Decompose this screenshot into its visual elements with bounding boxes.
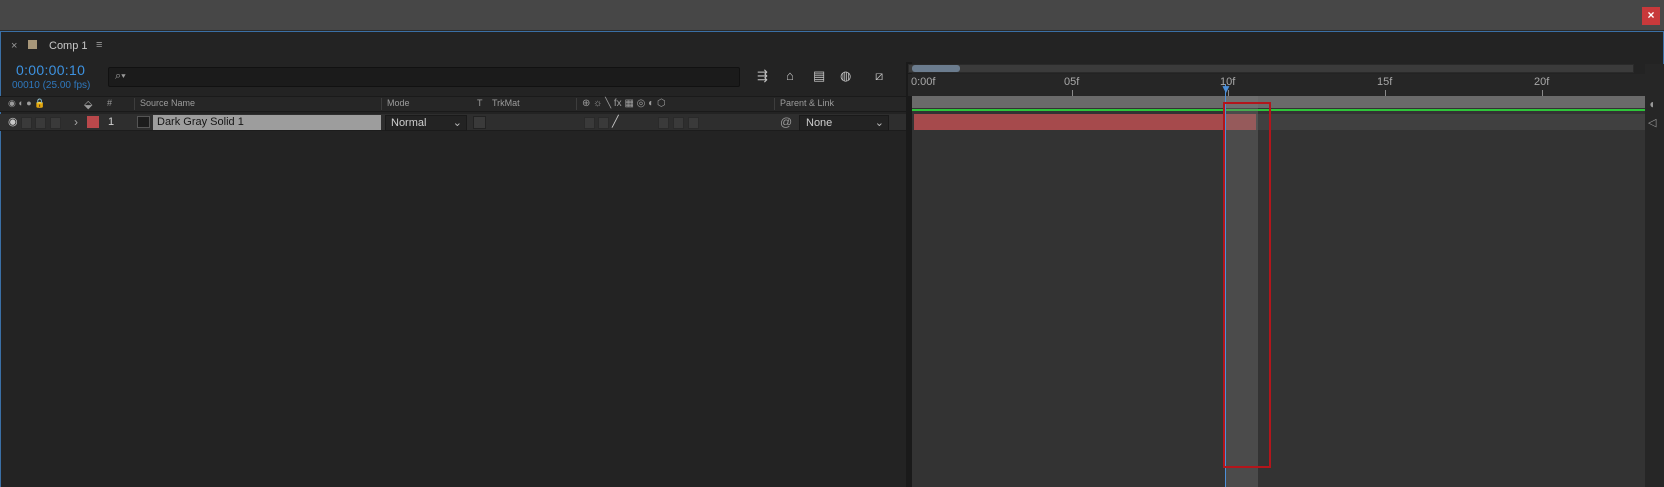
layer-label-color[interactable] bbox=[87, 116, 99, 128]
ruler-tick-label: 0:00f bbox=[911, 76, 936, 88]
shy-icon[interactable]: ⌂ bbox=[786, 68, 794, 83]
3d-layer-switch[interactable] bbox=[688, 117, 699, 129]
preserve-transparency-header: T bbox=[477, 98, 483, 108]
window-titlebar bbox=[0, 0, 1664, 31]
number-column-header: # bbox=[107, 98, 113, 108]
label-column-icon: ⬙ bbox=[84, 99, 93, 111]
time-navigator-bar[interactable] bbox=[908, 64, 1634, 73]
preserve-transparency-checkbox[interactable] bbox=[473, 116, 486, 129]
av-features-icons: ◉ ◐ ● 🔒 bbox=[8, 98, 46, 108]
adjustment-switch[interactable] bbox=[673, 117, 684, 129]
graph-editor-icon[interactable]: ⧄ bbox=[875, 68, 883, 84]
ruler-tick-label: 20f bbox=[1534, 76, 1550, 88]
panel-menu-icon[interactable]: ≡ bbox=[96, 39, 102, 51]
layer-duration-bar[interactable] bbox=[914, 114, 1256, 130]
chevron-down-icon: ⌄ bbox=[452, 117, 462, 129]
motion-blur-icon[interactable]: ◍ bbox=[840, 68, 851, 84]
timeline-track-area[interactable] bbox=[912, 96, 1645, 487]
parent-value: None bbox=[806, 117, 833, 129]
time-navigator-thumb[interactable] bbox=[912, 65, 960, 72]
current-timecode[interactable]: 0:00:00:10 bbox=[16, 62, 85, 78]
parent-link-header[interactable]: Parent & Link bbox=[780, 98, 834, 108]
layer-track-empty bbox=[1256, 114, 1645, 130]
draft-3d-icon[interactable]: ⇶ bbox=[757, 68, 768, 84]
parent-dropdown[interactable]: None ⌄ bbox=[799, 115, 889, 131]
column-divider[interactable] bbox=[576, 98, 577, 110]
search-icon: ⌕▾ bbox=[115, 70, 126, 82]
layer-name-field[interactable]: Dark Gray Solid 1 bbox=[153, 115, 381, 130]
layer-expand-chevron-icon[interactable]: › bbox=[74, 115, 78, 129]
shy-switch[interactable] bbox=[584, 117, 595, 129]
layer-number: 1 bbox=[108, 116, 115, 128]
pickwhip-icon[interactable]: @ bbox=[780, 115, 792, 129]
ruler-tick-label: 05f bbox=[1064, 76, 1080, 88]
layer-end-marker-icon[interactable]: ◁ bbox=[1648, 116, 1656, 129]
column-divider[interactable] bbox=[774, 98, 775, 110]
collapse-switch[interactable] bbox=[598, 117, 609, 129]
mode-header[interactable]: Mode bbox=[387, 98, 410, 108]
frame-blending-icon[interactable]: ▤ bbox=[813, 68, 825, 84]
annotation-highlight-box bbox=[1223, 102, 1271, 468]
trkmat-header[interactable]: TrkMat bbox=[492, 98, 520, 108]
frame-fps-readout: 00010 (25.00 fps) bbox=[12, 80, 91, 91]
visibility-eye-icon[interactable]: ◉ bbox=[8, 115, 18, 128]
ruler-tick-label: 15f bbox=[1377, 76, 1393, 88]
tab-comp-name[interactable]: Comp 1 bbox=[49, 40, 88, 52]
comp-swatch-icon bbox=[28, 40, 37, 49]
motion-blur-switch[interactable] bbox=[658, 117, 669, 129]
tab-close-icon[interactable]: × bbox=[11, 40, 17, 52]
solo-toggle[interactable] bbox=[35, 117, 46, 129]
lock-toggle[interactable] bbox=[50, 117, 61, 129]
layer-search-input[interactable]: ⌕▾ bbox=[108, 67, 740, 87]
column-divider[interactable] bbox=[134, 98, 135, 110]
work-area-bar[interactable] bbox=[912, 96, 1645, 108]
switches-header-icons: ⊕ ☼ ╲ fx ▦ ◎ ◐ ⬡ bbox=[582, 98, 666, 109]
quality-switch-icon[interactable]: ╱ bbox=[612, 115, 619, 128]
blend-mode-dropdown[interactable]: Normal ⌄ bbox=[385, 115, 467, 131]
audio-toggle[interactable] bbox=[21, 117, 32, 129]
window-close-button[interactable]: × bbox=[1642, 7, 1660, 25]
chevron-down-icon: ⌄ bbox=[874, 117, 884, 129]
blend-mode-value: Normal bbox=[391, 117, 427, 129]
work-area-end-icon[interactable]: ◖ bbox=[1648, 97, 1655, 111]
render-cache-line bbox=[912, 109, 1645, 111]
solid-layer-icon bbox=[137, 116, 150, 128]
source-name-header[interactable]: Source Name bbox=[140, 98, 195, 108]
current-time-indicator-head-icon[interactable]: ▼ bbox=[1220, 82, 1232, 96]
column-divider[interactable] bbox=[381, 98, 382, 110]
